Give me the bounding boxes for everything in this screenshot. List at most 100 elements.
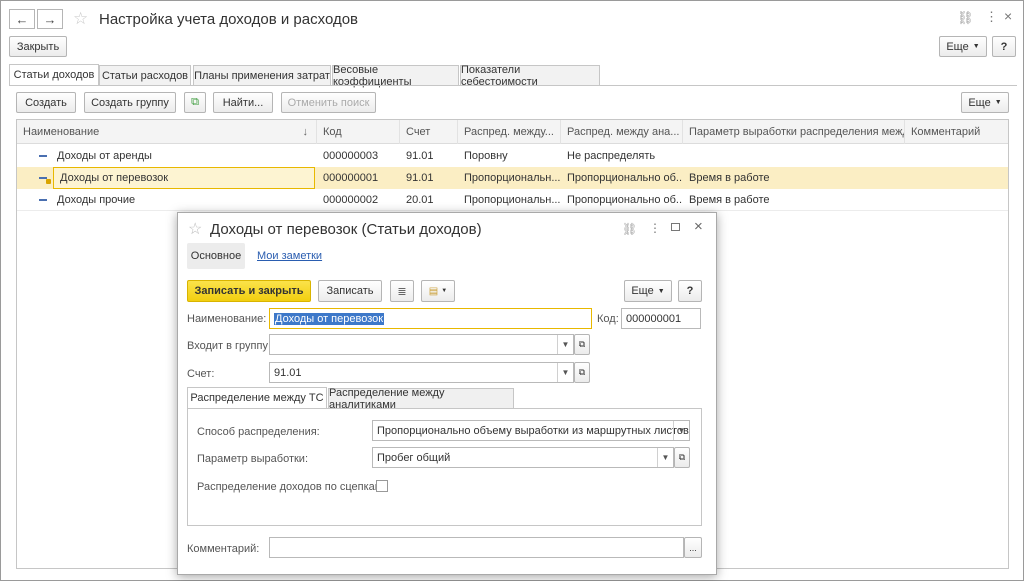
- method-select[interactable]: Пропорционально объему выработки из марш…: [372, 420, 690, 441]
- nav-main[interactable]: Основное: [187, 243, 245, 269]
- row-code: 000000001: [323, 172, 379, 184]
- arrow-left-icon: ←: [15, 11, 29, 27]
- find-button[interactable]: Найти...: [213, 92, 273, 113]
- nav-my-notes-link[interactable]: Мои заметки: [257, 250, 322, 262]
- method-value: Пропорционально объему выработки из марш…: [377, 424, 689, 437]
- link-icon[interactable]: ⛓: [957, 10, 974, 26]
- create-group-button[interactable]: Создать группу: [84, 92, 176, 113]
- subtab-distribution-analytics[interactable]: Распределение между аналитиками: [328, 387, 514, 411]
- open-account-button[interactable]: ⧉: [574, 362, 590, 383]
- kebab-menu-icon[interactable]: ⋮: [985, 9, 998, 25]
- subtab-distribution-ts[interactable]: Распределение между ТС: [187, 387, 327, 408]
- chevron-down-icon[interactable]: ▼: [557, 363, 573, 382]
- maximize-icon[interactable]: [671, 223, 680, 231]
- create-button[interactable]: Создать: [16, 92, 76, 113]
- code-label: Код:: [597, 313, 619, 325]
- edit-marker-icon: [46, 179, 51, 184]
- list-icon: ≣: [397, 285, 407, 298]
- row-account: 91.01: [406, 150, 434, 162]
- forward-button[interactable]: →: [37, 9, 63, 29]
- item-icon: [39, 155, 47, 157]
- open-param-button[interactable]: ⧉: [674, 447, 690, 468]
- open-icon: ⧉: [578, 339, 586, 349]
- tab-weight-coefficients[interactable]: Весовые коэффициенты: [332, 64, 459, 88]
- hitch-checkbox[interactable]: [376, 480, 388, 492]
- close-icon[interactable]: ×: [1004, 8, 1012, 24]
- print-dropdown-button[interactable]: ▤ ▼: [421, 280, 455, 302]
- open-icon: ⧉: [578, 367, 586, 377]
- subtab-panel: Способ распределения: Пропорционально об…: [187, 408, 702, 526]
- more-button-list[interactable]: Еще ▼: [961, 92, 1009, 113]
- window-title: Настройка учета доходов и расходов: [99, 11, 359, 28]
- more-button-top[interactable]: Еще ▼: [939, 36, 987, 57]
- close-button[interactable]: Закрыть: [9, 36, 67, 57]
- more-label: Еще: [631, 285, 654, 297]
- column-header-dist-analytics[interactable]: Распред. между ана...: [561, 120, 683, 144]
- hitch-label: Распределение доходов по сцепкам:: [197, 481, 386, 493]
- param-select[interactable]: Пробег общий ▼: [372, 447, 674, 468]
- chevron-down-icon: ▼: [441, 288, 448, 294]
- table-header: Наименование ↓ Код Счет Распред. между..…: [17, 120, 1008, 144]
- link-icon[interactable]: ⛓: [622, 222, 637, 236]
- tabs-divider: [9, 85, 1017, 86]
- document-icon: ▤: [428, 285, 439, 297]
- column-header-param[interactable]: Параметр выработки распределения межд...: [683, 120, 905, 144]
- back-button[interactable]: ←: [9, 9, 35, 29]
- tab-income-items[interactable]: Статьи доходов: [9, 64, 99, 85]
- more-label: Еще: [946, 40, 969, 53]
- row-dist-ts: Пропорциональн...: [464, 194, 561, 206]
- row-param: Время в работе: [689, 194, 770, 206]
- favorite-star-icon[interactable]: ☆: [73, 9, 88, 29]
- param-label: Параметр выработки:: [197, 453, 308, 465]
- help-button[interactable]: ?: [678, 280, 702, 302]
- param-value: Пробег общий: [377, 451, 451, 464]
- more-button-dialog[interactable]: Еще ▼: [624, 280, 672, 302]
- group-label: Входит в группу:: [187, 340, 271, 352]
- name-input[interactable]: Доходы от перевозок: [269, 308, 592, 329]
- favorite-star-icon[interactable]: ☆: [188, 219, 202, 239]
- chevron-down-icon: ▼: [994, 99, 1002, 106]
- column-header-dist-ts[interactable]: Распред. между...: [458, 120, 561, 144]
- save-button[interactable]: Записать: [318, 280, 382, 302]
- table-row-selected[interactable]: Доходы от перевозок 000000001 91.01 Проп…: [17, 167, 1008, 189]
- copy-button[interactable]: ⧉: [184, 92, 206, 113]
- method-label: Способ распределения:: [197, 426, 320, 438]
- row-account: 91.01: [406, 172, 434, 184]
- close-icon[interactable]: ×: [694, 218, 703, 235]
- column-header-comment[interactable]: Комментарий: [905, 120, 1008, 144]
- group-input[interactable]: ▼: [269, 334, 574, 355]
- table-row[interactable]: Доходы от аренды 000000003 91.01 Поровну…: [17, 145, 1008, 167]
- row-name: Доходы от перевозок: [53, 167, 315, 189]
- comment-expand-button[interactable]: ...: [684, 537, 702, 558]
- arrow-right-icon: →: [43, 11, 57, 27]
- chevron-down-icon[interactable]: ▼: [657, 448, 673, 467]
- comment-input[interactable]: [269, 537, 684, 558]
- chevron-down-icon[interactable]: ▼: [673, 421, 689, 440]
- column-header-name[interactable]: Наименование ↓: [17, 120, 317, 144]
- open-group-button[interactable]: ⧉: [574, 334, 590, 355]
- comment-label: Комментарий:: [187, 543, 260, 555]
- row-dist-analytics: Пропорционально об...: [567, 194, 683, 206]
- row-name: Доходы прочие: [57, 194, 136, 206]
- code-input[interactable]: 000000001: [621, 308, 701, 329]
- row-dist-ts: Пропорциональн...: [464, 172, 561, 184]
- table-row[interactable]: Доходы прочие 000000002 20.01 Пропорцион…: [17, 189, 1008, 211]
- kebab-menu-icon[interactable]: ⋮: [649, 221, 661, 235]
- column-header-code[interactable]: Код: [317, 120, 400, 144]
- report-button[interactable]: ≣: [390, 280, 414, 302]
- tab-cost-plans[interactable]: Планы применения затрат: [193, 65, 331, 85]
- chevron-down-icon[interactable]: ▼: [557, 335, 573, 354]
- column-header-account[interactable]: Счет: [400, 120, 458, 144]
- copy-icon: ⧉: [191, 96, 199, 108]
- more-label: Еще: [968, 96, 991, 109]
- chevron-down-icon: ▼: [657, 287, 665, 295]
- help-button[interactable]: ?: [992, 36, 1016, 57]
- sort-desc-icon: ↓: [302, 126, 309, 138]
- cancel-search-button[interactable]: Отменить поиск: [281, 92, 376, 113]
- row-code: 000000003: [323, 150, 379, 162]
- column-header-label: Наименование: [23, 126, 100, 138]
- tab-expense-items[interactable]: Статьи расходов: [99, 65, 191, 85]
- tab-cost-indicators[interactable]: Показатели себестоимости: [460, 64, 600, 88]
- save-and-close-button[interactable]: Записать и закрыть: [187, 280, 311, 302]
- account-input[interactable]: 91.01 ▼: [269, 362, 574, 383]
